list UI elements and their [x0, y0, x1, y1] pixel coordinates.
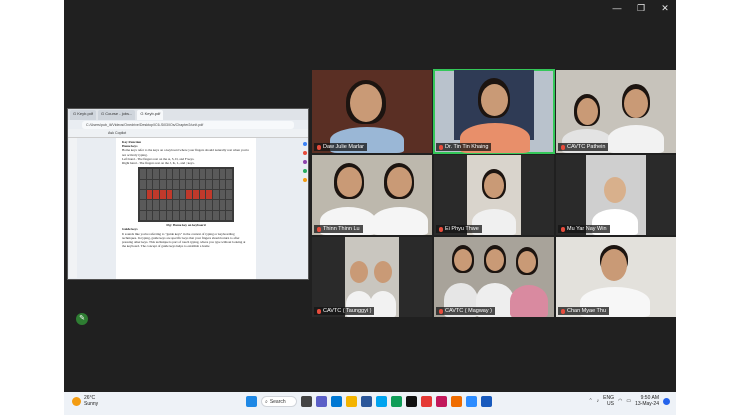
mic-muted-icon — [317, 226, 321, 232]
close-button[interactable]: ✕ — [660, 3, 670, 14]
video-tile[interactable]: Thinn Thinn Lu — [312, 155, 432, 235]
video-tile[interactable]: CAVTC ( Magway ) — [434, 237, 554, 317]
app-icon[interactable] — [302, 151, 307, 155]
edge-icon[interactable] — [331, 396, 342, 407]
desktop-screen: — ❐ ✕ G Keyb.pdf G Course - jobs... G Ke… — [64, 0, 676, 415]
battery-icon[interactable]: ▭ — [626, 398, 631, 404]
app-icon[interactable] — [302, 169, 307, 173]
browser-tab-active[interactable]: G Keyb.pdf — [137, 110, 164, 120]
video-tile[interactable]: Mu Yar Nay Win — [556, 155, 676, 235]
clock[interactable]: 9:50 AM 13-May-24 — [635, 395, 659, 407]
browser-tab[interactable]: G Course - jobs... — [98, 110, 136, 120]
video-tile[interactable]: Ei Phyu Thwe — [434, 155, 554, 235]
video-tile[interactable]: CAVTC ( Taunggyi ) — [312, 237, 432, 317]
chat-icon[interactable] — [316, 396, 327, 407]
dell-icon[interactable] — [406, 396, 417, 407]
pdf-page: Key Function Home keys Home keys refer t… — [116, 138, 256, 279]
copilot-icon[interactable] — [302, 142, 307, 146]
participant-name: CAVTC ( Taunggyi ) — [314, 307, 375, 315]
pen-annotation-icon[interactable]: ✎ — [76, 313, 88, 325]
mic-muted-icon — [439, 144, 443, 150]
volume-icon[interactable]: ♪ — [597, 398, 600, 404]
mic-muted-icon — [439, 308, 443, 314]
browser-tab[interactable]: G Keyb.pdf — [70, 110, 97, 120]
pdf-left-panel — [69, 138, 77, 278]
app-icon[interactable] — [421, 396, 432, 407]
paragraph: It sounds like you're referring to "guid… — [122, 231, 246, 249]
restore-button[interactable]: ❐ — [636, 3, 646, 14]
taskbar-apps: ⌕ Search — [246, 396, 492, 407]
video-tile[interactable]: Daw Julie Marlar — [312, 70, 432, 153]
participant-name: Ei Phyu Thwe — [436, 225, 482, 233]
mic-muted-icon — [317, 308, 321, 314]
task-view-icon[interactable] — [301, 396, 312, 407]
participant-name: Daw Julie Marlar — [314, 143, 367, 151]
participant-name: Dr. Tin Tin Khaing — [436, 143, 492, 151]
mic-muted-icon — [439, 226, 443, 232]
participant-name: Chan Myae Thu — [558, 307, 610, 315]
language-indicator[interactable]: ENG US — [603, 395, 614, 407]
paragraph: Right hand - The fingers rest on the J, … — [122, 161, 195, 166]
weather-widget[interactable]: 26°C Sunny — [72, 395, 98, 407]
weather-condition: Sunny — [84, 401, 99, 407]
app-icon[interactable] — [302, 160, 307, 164]
mic-muted-icon — [561, 144, 565, 150]
browser-tab-strip: G Keyb.pdf G Course - jobs... G Keyb.pdf — [68, 109, 308, 120]
video-tile[interactable]: CAVTC Pathein — [556, 70, 676, 153]
word-icon[interactable] — [361, 396, 372, 407]
video-tile[interactable]: Chan Myae Thu — [556, 237, 676, 317]
taskbar-search[interactable]: ⌕ Search — [261, 396, 297, 407]
app-icon[interactable] — [302, 178, 307, 182]
pdf-toolbar[interactable]: Ask Copilot — [68, 129, 308, 138]
windows-start-icon[interactable] — [246, 396, 257, 407]
address-bar[interactable]: C:/Users/pub_iii/Videos/Onedrive/Desktop… — [82, 121, 294, 129]
app-icon[interactable] — [451, 396, 462, 407]
minimize-button[interactable]: — — [612, 3, 622, 14]
zoom-icon[interactable] — [466, 396, 477, 407]
chrome-icon[interactable] — [391, 396, 402, 407]
notification-icon[interactable] — [663, 397, 670, 405]
paragraph: Home keys refer to the keys on a keyboar… — [122, 148, 249, 157]
wifi-icon[interactable]: ◠ — [618, 398, 622, 404]
store-icon[interactable] — [376, 396, 387, 407]
participant-name: Thinn Thinn Lu — [314, 225, 363, 233]
video-tile-active-speaker[interactable]: Dr. Tin Tin Khaing — [433, 69, 555, 154]
word-doc-icon[interactable] — [481, 396, 492, 407]
system-tray: ⌃ ♪ ENG US ◠ ▭ 9:50 AM 13-May-24 — [588, 395, 670, 407]
edge-sidebar — [301, 138, 308, 272]
window-controls: — ❐ ✕ — [612, 3, 670, 14]
shared-pdf-window[interactable]: G Keyb.pdf G Course - jobs... G Keyb.pdf… — [67, 108, 309, 280]
chevron-up-icon[interactable]: ⌃ — [588, 398, 592, 404]
participant-name: Mu Yar Nay Win — [558, 225, 610, 233]
participant-name: CAVTC ( Magway ) — [436, 307, 495, 315]
mic-muted-icon — [561, 308, 565, 314]
keyboard-figure — [138, 167, 234, 223]
taskbar: 26°C Sunny ⌕ Search ⌃ ♪ ENG US ◠ ▭ 9:50 … — [64, 392, 676, 415]
mic-muted-icon — [317, 144, 321, 150]
file-explorer-icon[interactable] — [346, 396, 357, 407]
participant-name: CAVTC Pathein — [558, 143, 609, 151]
sun-icon — [72, 396, 81, 406]
mic-muted-icon — [561, 226, 565, 232]
search-icon: ⌕ — [265, 398, 268, 405]
app-icon[interactable] — [436, 396, 447, 407]
